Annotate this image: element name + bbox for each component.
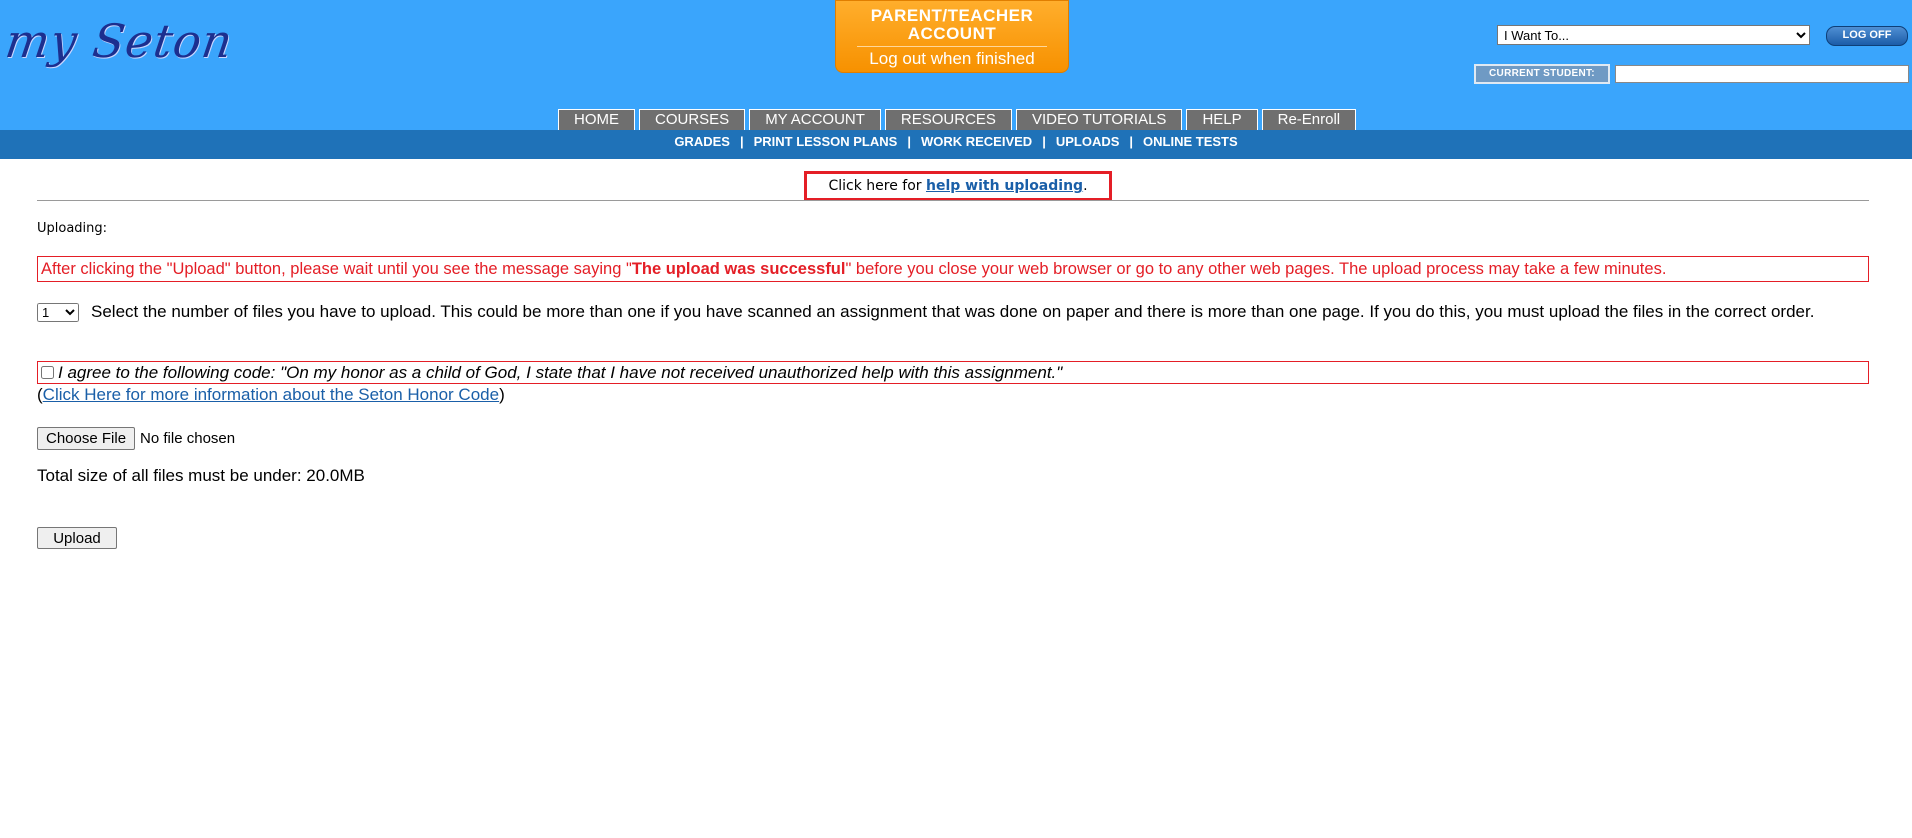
parent-teacher-account-badge: PARENT/TEACHER ACCOUNT Log out when fini…: [835, 0, 1069, 73]
honor-link-close: ): [499, 385, 505, 404]
honor-code-statement: I agree to the following code: "On my ho…: [58, 363, 1063, 382]
current-student-label: CURRENT STUDENT:: [1474, 64, 1610, 84]
nav-tab-re-enroll[interactable]: Re-Enroll: [1261, 109, 1357, 131]
honor-code-box: I agree to the following code: "On my ho…: [37, 361, 1869, 384]
divider-rule: [37, 200, 1869, 201]
nav-tab-video-tutorials[interactable]: VIDEO TUTORIALS: [1015, 109, 1183, 131]
file-status: No file chosen: [140, 430, 236, 447]
warning-text-part1: After clicking the "Upload" button, plea…: [41, 260, 632, 278]
badge-subtitle: Log out when finished: [869, 49, 1035, 68]
nav-tab-resources[interactable]: RESOURCES: [884, 109, 1012, 131]
nav-tab-home[interactable]: HOME: [558, 109, 635, 131]
help-prefix: Click here for: [828, 178, 926, 194]
subnav-separator: |: [739, 134, 744, 149]
log-off-button[interactable]: LOG OFF: [1826, 26, 1908, 46]
header-bar: my Seton PARENT/TEACHER ACCOUNT Log out …: [0, 0, 1912, 131]
badge-title: PARENT/TEACHER ACCOUNT: [836, 1, 1068, 43]
subnav-uploads[interactable]: UPLOADS: [1056, 134, 1120, 149]
honor-code-info-link[interactable]: Click Here for more information about th…: [43, 385, 499, 404]
i-want-to-select[interactable]: I Want To...: [1497, 25, 1810, 45]
help-suffix: .: [1083, 178, 1088, 194]
myseton-logo[interactable]: my Seton: [2, 14, 236, 68]
subnav-online-tests[interactable]: ONLINE TESTS: [1143, 134, 1238, 149]
badge-title-line2: ACCOUNT: [907, 24, 997, 43]
badge-divider: [857, 46, 1047, 47]
upload-button[interactable]: Upload: [37, 527, 117, 549]
subnav-work-received[interactable]: WORK RECEIVED: [921, 134, 1032, 149]
file-count-instructions: Select the number of files you have to u…: [91, 302, 1815, 321]
sub-nav: GRADES | PRINT LESSON PLANS | WORK RECEIVED |…: [0, 130, 1912, 159]
warning-success-phrase: The upload was successful: [631, 260, 846, 278]
subnav-separator: |: [1129, 134, 1134, 149]
upload-warning: After clicking the "Upload" button, plea…: [37, 256, 1869, 282]
uploading-heading: Uploading:: [37, 221, 108, 236]
nav-tab-my-account[interactable]: MY ACCOUNT: [749, 109, 881, 131]
subnav-separator: |: [907, 134, 911, 149]
size-limit-note: Total size of all files must be under: 2…: [37, 466, 365, 485]
subnav-print-lesson-plans[interactable]: PRINT LESSON PLANS: [754, 134, 898, 149]
choose-file-button[interactable]: Choose File: [37, 427, 136, 450]
current-student-field[interactable]: [1615, 65, 1909, 83]
help-with-uploading-link[interactable]: help with uploading: [926, 178, 1083, 194]
badge-title-line1: PARENT/TEACHER: [870, 6, 1034, 25]
honor-code-link-line: (Click Here for more information about t…: [37, 385, 505, 405]
warning-text-part2: " before you close your web browser or g…: [845, 260, 1667, 278]
upload-help-box: Click here for help with uploading.: [804, 171, 1112, 201]
file-count-select[interactable]: 1: [37, 303, 79, 323]
nav-tab-help[interactable]: HELP: [1186, 109, 1258, 131]
main-nav: HOME COURSES MY ACCOUNT RESOURCES VIDEO …: [558, 109, 1357, 131]
subnav-grades[interactable]: GRADES: [674, 134, 730, 149]
file-count-row: 1 Select the number of files you have to…: [37, 302, 1869, 323]
file-chooser: Choose File No file chosen: [37, 427, 235, 450]
honor-code-checkbox[interactable]: [41, 366, 54, 379]
subnav-separator: |: [1042, 134, 1046, 149]
nav-tab-courses[interactable]: COURSES: [639, 109, 746, 131]
